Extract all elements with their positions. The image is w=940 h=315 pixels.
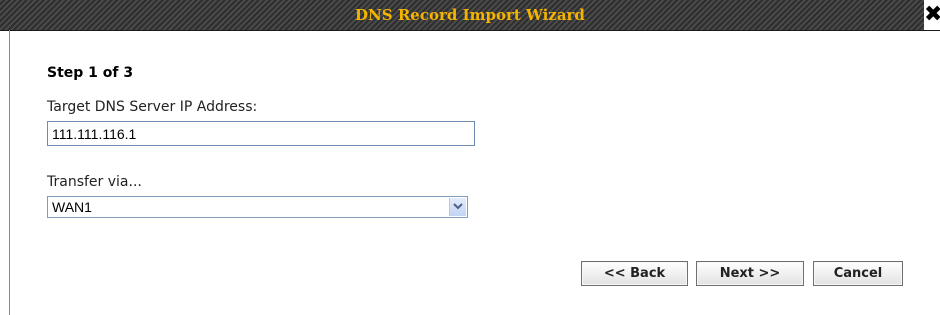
transfer-via-label: Transfer via... [47, 174, 142, 190]
dns-import-wizard-dialog: DNS Record Import Wizard ✖ Step 1 of 3 T… [0, 0, 940, 315]
transfer-via-selected-value: WAN1 [52, 199, 92, 215]
cancel-button[interactable]: Cancel [813, 261, 903, 286]
ip-address-label: Target DNS Server IP Address: [47, 99, 258, 115]
back-button[interactable]: << Back [581, 261, 688, 286]
step-indicator: Step 1 of 3 [47, 65, 134, 81]
dialog-title: DNS Record Import Wizard [355, 6, 585, 24]
chevron-down-icon[interactable] [449, 198, 466, 216]
dialog-left-border [9, 30, 10, 315]
dns-server-ip-input[interactable] [47, 121, 475, 146]
transfer-via-select[interactable]: WAN1 [47, 196, 468, 218]
title-bar: DNS Record Import Wizard ✖ [0, 0, 940, 31]
next-button[interactable]: Next >> [696, 261, 804, 286]
close-icon[interactable]: ✖ [924, 0, 940, 30]
